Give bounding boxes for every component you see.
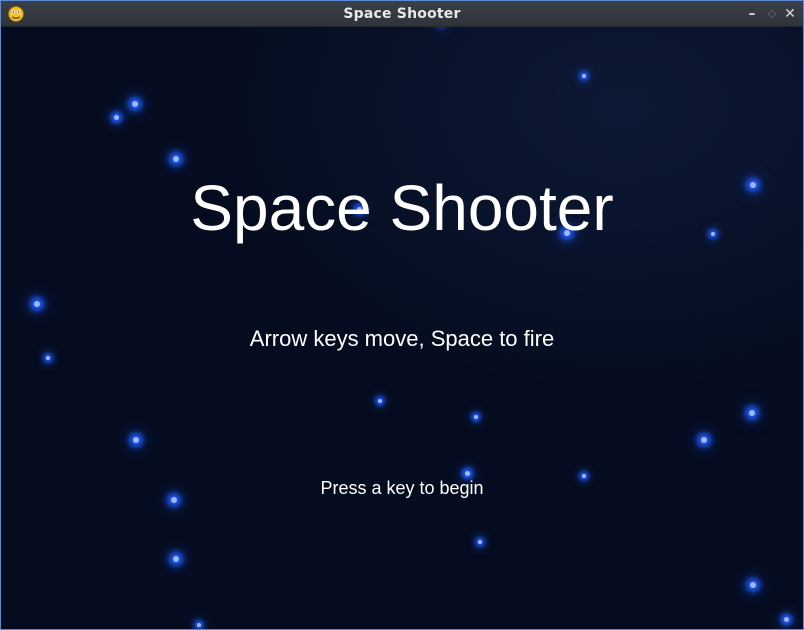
star	[750, 582, 756, 588]
star	[197, 623, 201, 627]
star	[701, 437, 707, 443]
window-titlebar[interactable]: Space Shooter – ◇ ✕	[1, 1, 803, 27]
star	[783, 616, 789, 622]
star	[34, 301, 40, 307]
minimize-button[interactable]: –	[743, 4, 761, 24]
star	[582, 74, 586, 78]
controls-instructions: Arrow keys move, Space to fire	[249, 326, 555, 351]
game-title: Space Shooter	[190, 172, 614, 244]
game-canvas[interactable]: Space Shooter Arrow keys move, Space to …	[1, 27, 803, 629]
game-window: Space Shooter – ◇ ✕ Space Shooter Arrow …	[0, 0, 804, 630]
star	[464, 470, 470, 476]
window-title: Space Shooter	[343, 6, 461, 22]
close-button[interactable]: ✕	[781, 4, 799, 24]
star	[173, 156, 179, 162]
star	[478, 540, 482, 544]
star	[173, 556, 179, 562]
maximize-button[interactable]: ◇	[763, 4, 781, 24]
star	[133, 437, 139, 443]
star	[113, 114, 119, 120]
star	[749, 410, 755, 416]
start-prompt: Press a key to begin	[320, 478, 484, 498]
star	[46, 356, 50, 360]
star	[474, 415, 478, 419]
star	[132, 101, 138, 107]
star	[378, 399, 382, 403]
